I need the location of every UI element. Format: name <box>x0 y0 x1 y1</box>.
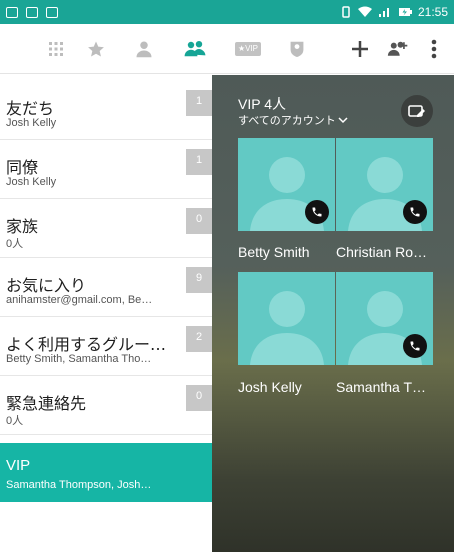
person-icon <box>136 41 152 58</box>
group-name: VIP <box>6 457 31 474</box>
dialpad-icon <box>49 42 63 56</box>
photo-icon <box>46 6 58 18</box>
group-members: Samantha Thompson, Josh… <box>6 479 152 491</box>
phone-icon <box>312 207 322 217</box>
status-left-icons <box>6 6 58 18</box>
screen-icon <box>26 6 38 18</box>
shield-icon <box>290 41 304 57</box>
account-filter-dropdown[interactable]: すべてのアカウント <box>238 112 348 128</box>
group-detail-panel: VIP 4人 すべてのアカウント Betty Smith Christian R… <box>212 75 454 552</box>
status-bar: 21:55 <box>0 0 454 24</box>
group-item-favorites[interactable]: お気に入り anihamster@gmail.com, Be… 9 <box>0 258 212 317</box>
group-name: 緊急連絡先 <box>6 394 87 413</box>
call-button[interactable] <box>403 334 427 358</box>
group-item-coworkers[interactable]: 同僚 Josh Kelly 1 <box>0 140 212 199</box>
toolbar: ★VIP <box>0 24 454 74</box>
group-members: anihamster@gmail.com, Be… <box>6 294 153 306</box>
group-members: Betty Smith, Samantha Tho… <box>6 353 152 365</box>
vip-tab[interactable]: ★VIP <box>228 24 268 74</box>
group-count-badge: 0 <box>186 385 212 411</box>
contact-name: Samantha T… <box>336 379 427 395</box>
contact-card-josh[interactable] <box>238 272 335 365</box>
contact-card-samantha[interactable] <box>336 272 433 365</box>
more-vert-icon <box>431 39 437 59</box>
plus-icon <box>352 41 368 57</box>
groups-tab[interactable] <box>175 24 215 74</box>
group-name: 家族 <box>6 217 39 236</box>
group-item-frequent[interactable]: よく利用するグルー… Betty Smith, Samantha Tho… 2 <box>0 317 212 376</box>
notification-icon <box>6 6 18 18</box>
group-item-vip[interactable]: VIP Samantha Thompson, Josh… <box>0 443 212 502</box>
contact-name: Josh Kelly <box>238 379 302 395</box>
vip-icon: ★VIP <box>234 42 262 56</box>
phone-icon <box>410 341 420 351</box>
status-time: 21:55 <box>417 5 448 19</box>
wifi-icon <box>357 6 372 17</box>
add-button[interactable] <box>340 24 380 74</box>
group-count-badge: 0 <box>186 208 212 234</box>
group-count-badge: 1 <box>186 90 212 116</box>
group-icon <box>184 41 206 57</box>
favorites-tab[interactable] <box>76 24 116 74</box>
add-group-button[interactable] <box>378 24 418 74</box>
contact-card-christian[interactable] <box>336 138 433 231</box>
group-detail-title: VIP 4人 <box>238 96 286 112</box>
contact-card-betty[interactable] <box>238 138 335 231</box>
blocked-tab[interactable] <box>277 24 317 74</box>
group-count-badge: 2 <box>186 326 212 352</box>
group-members: Josh Kelly <box>6 117 57 129</box>
dialpad-tab[interactable] <box>36 24 76 74</box>
group-members: 0人 <box>6 415 24 427</box>
group-item-family[interactable]: 家族 0人 0 <box>0 199 212 258</box>
chevron-down-icon <box>338 117 348 124</box>
vibrate-icon <box>342 6 350 18</box>
signal-icon <box>378 8 389 17</box>
account-filter-label: すべてのアカウント <box>238 114 336 127</box>
group-count-badge: 1 <box>186 149 212 175</box>
group-name: 友だち <box>6 99 55 118</box>
battery-icon <box>398 8 412 16</box>
contact-avatar-icon <box>250 291 324 365</box>
contacts-tab[interactable] <box>124 24 164 74</box>
contact-name: Betty Smith <box>238 244 310 260</box>
group-name: よく利用するグルー… <box>6 335 167 354</box>
status-right-icons: 21:55 <box>340 5 448 19</box>
group-item-friends[interactable]: 友だち Josh Kelly 1 <box>0 81 212 140</box>
add-group-icon <box>387 41 408 56</box>
group-members: Josh Kelly <box>6 176 57 188</box>
star-icon <box>88 41 104 57</box>
group-list: 友だち Josh Kelly 1 同僚 Josh Kelly 1 家族 0人 0… <box>0 75 212 552</box>
call-button[interactable] <box>305 200 329 224</box>
edit-group-icon <box>408 105 425 117</box>
group-count-badge: 9 <box>186 267 212 293</box>
call-button[interactable] <box>403 200 427 224</box>
edit-group-button[interactable] <box>401 95 433 127</box>
group-members: 0人 <box>6 238 24 250</box>
phone-icon <box>410 207 420 217</box>
group-name: お気に入り <box>6 276 87 295</box>
group-item-emergency[interactable]: 緊急連絡先 0人 0 <box>0 376 212 435</box>
contact-name: Christian Ro… <box>336 244 428 260</box>
overflow-menu-button[interactable] <box>414 24 454 74</box>
group-name: 同僚 <box>6 158 39 177</box>
